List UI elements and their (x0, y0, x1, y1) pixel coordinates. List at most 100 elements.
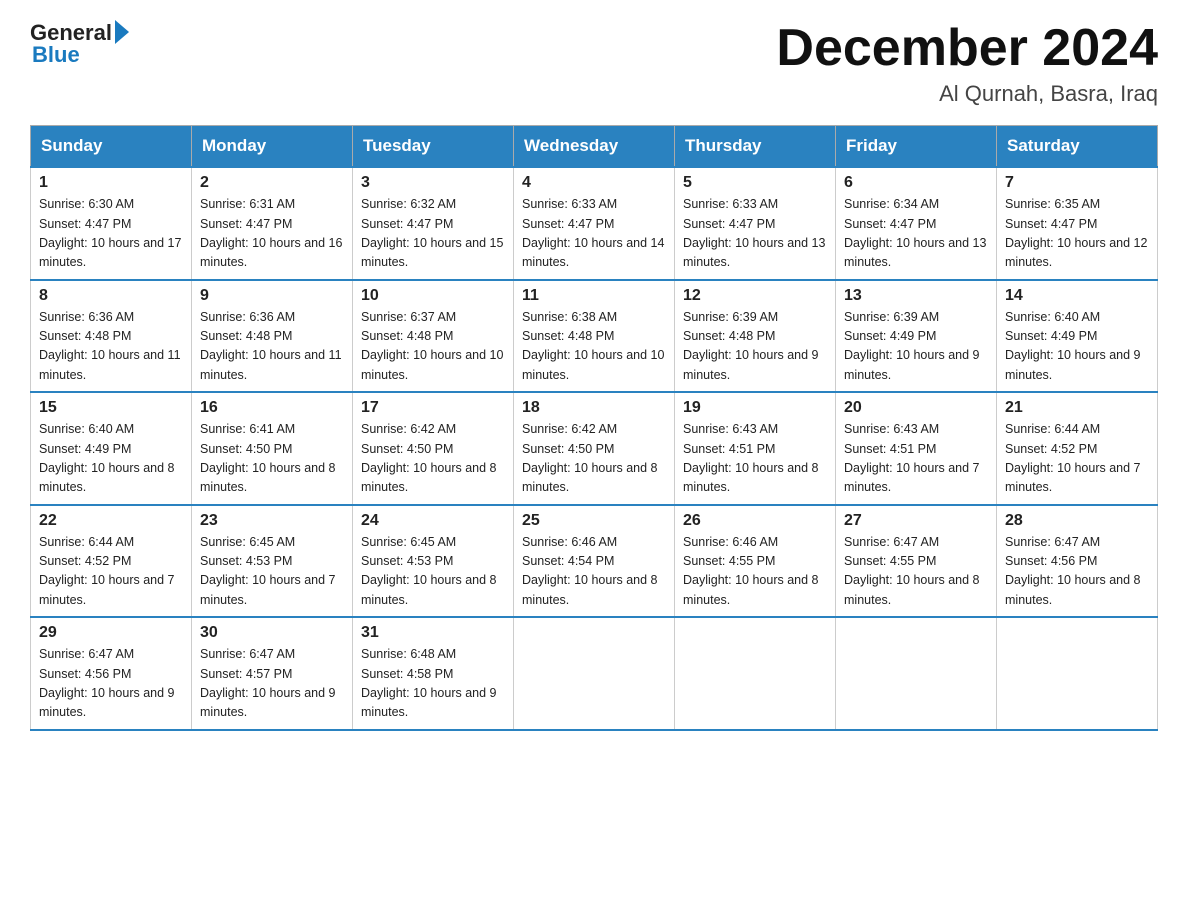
day-info: Sunrise: 6:32 AMSunset: 4:47 PMDaylight:… (361, 195, 505, 273)
day-number: 28 (1005, 512, 1149, 530)
calendar-cell: 4 Sunrise: 6:33 AMSunset: 4:47 PMDaylight… (514, 167, 675, 280)
day-number: 10 (361, 287, 505, 305)
calendar-cell: 12 Sunrise: 6:39 AMSunset: 4:48 PMDayligh… (675, 280, 836, 393)
day-number: 2 (200, 174, 344, 192)
day-number: 17 (361, 399, 505, 417)
logo-arrow-icon (115, 20, 129, 44)
day-number: 16 (200, 399, 344, 417)
calendar-cell: 24 Sunrise: 6:45 AMSunset: 4:53 PMDayligh… (353, 505, 514, 618)
calendar-cell: 30 Sunrise: 6:47 AMSunset: 4:57 PMDayligh… (192, 617, 353, 730)
day-number: 6 (844, 174, 988, 192)
day-info: Sunrise: 6:31 AMSunset: 4:47 PMDaylight:… (200, 195, 344, 273)
day-number: 27 (844, 512, 988, 530)
calendar-cell: 6Sunrise: 6:34 AMSunset: 4:47 PMDaylight… (836, 167, 997, 280)
day-number: 14 (1005, 287, 1149, 305)
day-info: Sunrise: 6:39 AMSunset: 4:48 PMDaylight:… (683, 308, 827, 386)
day-number: 4 (522, 174, 666, 192)
day-info: Sunrise: 6:42 AMSunset: 4:50 PMDaylight:… (522, 420, 666, 498)
day-info: Sunrise: 6:36 AMSunset: 4:48 PMDaylight:… (200, 308, 344, 386)
day-number: 21 (1005, 399, 1149, 417)
day-info: Sunrise: 6:46 AMSunset: 4:55 PMDaylight:… (683, 533, 827, 611)
day-info: Sunrise: 6:38 AMSunset: 4:48 PMDaylight:… (522, 308, 666, 386)
calendar-week-row: 22Sunrise: 6:44 AMSunset: 4:52 PMDayligh… (31, 505, 1158, 618)
day-number: 18 (522, 399, 666, 417)
calendar-cell: 3Sunrise: 6:32 AMSunset: 4:47 PMDaylight… (353, 167, 514, 280)
calendar-cell: 31 Sunrise: 6:48 AMSunset: 4:58 PMDayligh… (353, 617, 514, 730)
calendar-cell: 21Sunrise: 6:44 AMSunset: 4:52 PMDayligh… (997, 392, 1158, 505)
title-block: December 2024 Al Qurnah, Basra, Iraq (776, 20, 1158, 107)
day-number: 23 (200, 512, 344, 530)
calendar-cell: 15 Sunrise: 6:40 AMSunset: 4:49 PMDayligh… (31, 392, 192, 505)
day-info: Sunrise: 6:45 AMSunset: 4:53 PMDaylight:… (361, 533, 505, 611)
calendar-cell: 29 Sunrise: 6:47 AMSunset: 4:56 PMDayligh… (31, 617, 192, 730)
calendar-cell: 23 Sunrise: 6:45 AMSunset: 4:53 PMDayligh… (192, 505, 353, 618)
day-number: 7 (1005, 174, 1149, 192)
day-info: Sunrise: 6:43 AMSunset: 4:51 PMDaylight:… (683, 420, 827, 498)
calendar-week-row: 8 Sunrise: 6:36 AMSunset: 4:48 PMDaylight… (31, 280, 1158, 393)
day-info: Sunrise: 6:39 AMSunset: 4:49 PMDaylight:… (844, 308, 988, 386)
logo-blue-text: Blue (32, 42, 80, 68)
day-number: 5 (683, 174, 827, 192)
day-number: 26 (683, 512, 827, 530)
calendar-cell: 28 Sunrise: 6:47 AMSunset: 4:56 PMDayligh… (997, 505, 1158, 618)
calendar-cell: 16 Sunrise: 6:41 AMSunset: 4:50 PMDayligh… (192, 392, 353, 505)
day-number: 15 (39, 399, 183, 417)
day-info: Sunrise: 6:40 AMSunset: 4:49 PMDaylight:… (39, 420, 183, 498)
calendar-cell: 17 Sunrise: 6:42 AMSunset: 4:50 PMDayligh… (353, 392, 514, 505)
calendar-cell (997, 617, 1158, 730)
day-number: 1 (39, 174, 183, 192)
calendar-cell: 20 Sunrise: 6:43 AMSunset: 4:51 PMDayligh… (836, 392, 997, 505)
day-number: 29 (39, 624, 183, 642)
day-info: Sunrise: 6:47 AMSunset: 4:55 PMDaylight:… (844, 533, 988, 611)
day-number: 12 (683, 287, 827, 305)
calendar-week-row: 15 Sunrise: 6:40 AMSunset: 4:49 PMDayligh… (31, 392, 1158, 505)
calendar-day-header: Monday (192, 126, 353, 168)
calendar-cell (675, 617, 836, 730)
calendar-day-header: Sunday (31, 126, 192, 168)
calendar-table: SundayMondayTuesdayWednesdayThursdayFrid… (30, 125, 1158, 731)
day-info: Sunrise: 6:30 AMSunset: 4:47 PMDaylight:… (39, 195, 183, 273)
calendar-cell: 18 Sunrise: 6:42 AMSunset: 4:50 PMDayligh… (514, 392, 675, 505)
day-info: Sunrise: 6:47 AMSunset: 4:57 PMDaylight:… (200, 645, 344, 723)
day-info: Sunrise: 6:35 AMSunset: 4:47 PMDaylight:… (1005, 195, 1149, 273)
calendar-cell: 5 Sunrise: 6:33 AMSunset: 4:47 PMDaylight… (675, 167, 836, 280)
day-info: Sunrise: 6:37 AMSunset: 4:48 PMDaylight:… (361, 308, 505, 386)
day-info: Sunrise: 6:47 AMSunset: 4:56 PMDaylight:… (39, 645, 183, 723)
calendar-cell: 11 Sunrise: 6:38 AMSunset: 4:48 PMDayligh… (514, 280, 675, 393)
calendar-cell: 1 Sunrise: 6:30 AMSunset: 4:47 PMDaylight… (31, 167, 192, 280)
calendar-cell: 8Sunrise: 6:36 AMSunset: 4:48 PMDaylight… (31, 280, 192, 393)
calendar-cell: 7 Sunrise: 6:35 AMSunset: 4:47 PMDaylight… (997, 167, 1158, 280)
page-header: General Blue December 2024 Al Qurnah, Ba… (30, 20, 1158, 107)
calendar-day-header: Saturday (997, 126, 1158, 168)
day-number: 19 (683, 399, 827, 417)
day-info: Sunrise: 6:33 AMSunset: 4:47 PMDaylight:… (683, 195, 827, 273)
day-info: Sunrise: 6:44 AMSunset: 4:52 PMDaylight:… (39, 533, 183, 611)
calendar-cell (514, 617, 675, 730)
day-info: Sunrise: 6:48 AMSunset: 4:58 PMDaylight:… (361, 645, 505, 723)
day-info: Sunrise: 6:42 AMSunset: 4:50 PMDaylight:… (361, 420, 505, 498)
calendar-cell: 2 Sunrise: 6:31 AMSunset: 4:47 PMDaylight… (192, 167, 353, 280)
logo: General Blue (30, 20, 129, 68)
calendar-cell (836, 617, 997, 730)
calendar-cell: 13Sunrise: 6:39 AMSunset: 4:49 PMDayligh… (836, 280, 997, 393)
day-info: Sunrise: 6:47 AMSunset: 4:56 PMDaylight:… (1005, 533, 1149, 611)
calendar-header-row: SundayMondayTuesdayWednesdayThursdayFrid… (31, 126, 1158, 168)
day-number: 31 (361, 624, 505, 642)
day-info: Sunrise: 6:43 AMSunset: 4:51 PMDaylight:… (844, 420, 988, 498)
calendar-week-row: 29 Sunrise: 6:47 AMSunset: 4:56 PMDayligh… (31, 617, 1158, 730)
day-number: 30 (200, 624, 344, 642)
calendar-day-header: Tuesday (353, 126, 514, 168)
day-number: 8 (39, 287, 183, 305)
day-info: Sunrise: 6:41 AMSunset: 4:50 PMDaylight:… (200, 420, 344, 498)
calendar-cell: 10 Sunrise: 6:37 AMSunset: 4:48 PMDayligh… (353, 280, 514, 393)
day-info: Sunrise: 6:45 AMSunset: 4:53 PMDaylight:… (200, 533, 344, 611)
day-info: Sunrise: 6:33 AMSunset: 4:47 PMDaylight:… (522, 195, 666, 273)
day-number: 11 (522, 287, 666, 305)
calendar-cell: 9Sunrise: 6:36 AMSunset: 4:48 PMDaylight… (192, 280, 353, 393)
calendar-day-header: Friday (836, 126, 997, 168)
day-number: 24 (361, 512, 505, 530)
day-info: Sunrise: 6:46 AMSunset: 4:54 PMDaylight:… (522, 533, 666, 611)
calendar-cell: 26 Sunrise: 6:46 AMSunset: 4:55 PMDayligh… (675, 505, 836, 618)
day-number: 20 (844, 399, 988, 417)
calendar-cell: 19 Sunrise: 6:43 AMSunset: 4:51 PMDayligh… (675, 392, 836, 505)
